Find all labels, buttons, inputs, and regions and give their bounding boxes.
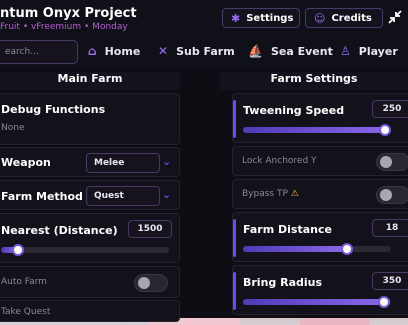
main-farm-header: Main Farm (0, 72, 180, 90)
credits-button-label: Credits (331, 12, 372, 24)
credits-button[interactable]: ☺ Credits (305, 8, 383, 28)
settings-button-label: Settings (246, 12, 294, 24)
take-quest-label: Take Quest (1, 307, 51, 317)
debug-functions-card: Debug Functions None (0, 93, 180, 145)
tab-player-label: Player (358, 44, 398, 58)
farm-distance-card: Farm Distance 18 (232, 212, 408, 262)
chevron-down-icon[interactable]: ⌄ (162, 188, 171, 201)
accent-bar (233, 219, 236, 257)
accent-bar (233, 100, 236, 138)
nearest-distance-slider[interactable] (1, 244, 169, 256)
toggle-knob (138, 277, 150, 289)
farm-distance-slider[interactable] (243, 243, 391, 255)
auto-farm-toggle[interactable] (134, 274, 168, 292)
tweening-speed-label: Tweening Speed (243, 104, 345, 117)
bypass-tp-label-wrap: Bypass TP ⚠ (242, 189, 299, 199)
farm-distance-label: Farm Distance (243, 223, 332, 236)
auto-farm-label: Auto Farm (1, 277, 47, 287)
toggle-knob (380, 189, 392, 201)
bring-radius-card: Bring Radius 350 (232, 265, 408, 315)
take-quest-row: Take Quest (0, 300, 180, 322)
tab-home-label: Home (104, 44, 141, 58)
users-icon: ☺ (314, 11, 326, 25)
chevron-down-icon[interactable]: ⌄ (162, 155, 171, 168)
settings-button[interactable]: ✱ Settings (222, 8, 300, 28)
farm-settings-header: Farm Settings (220, 72, 408, 90)
script-hub-window: ntum Onyx Project Fruit • vFreemium • Mo… (0, 0, 408, 322)
bring-radius-label: Bring Radius (243, 276, 323, 289)
nearest-distance-input[interactable]: 1500 (128, 220, 172, 238)
tweening-speed-input[interactable]: 250 (372, 100, 408, 118)
slider-handle[interactable] (378, 296, 390, 308)
lock-anchored-y-row: Lock Anchored Y (232, 146, 408, 176)
app-subtitle: Fruit • vFreemium • Monday (0, 22, 128, 32)
slider-handle[interactable] (12, 244, 24, 256)
gear-icon: ✱ (231, 11, 241, 25)
accent-bar (233, 272, 236, 310)
search-bar[interactable] (0, 40, 78, 64)
home-icon: ⌂ (88, 44, 97, 58)
weapon-selected: Melee (94, 158, 125, 168)
bring-radius-input[interactable]: 350 (372, 272, 408, 290)
lock-anchored-y-label: Lock Anchored Y (242, 156, 317, 166)
app-title: ntum Onyx Project (0, 6, 137, 21)
farm-method-row: Farm Method Quest ⌄ (0, 180, 180, 210)
slider-fill (243, 299, 384, 305)
bypass-tp-label: Bypass TP (242, 189, 288, 199)
user-icon: ♙ (340, 44, 351, 58)
farm-method-selected: Quest (94, 191, 124, 201)
bypass-tp-toggle[interactable] (376, 186, 408, 204)
minimize-icon[interactable] (387, 9, 405, 27)
search-input[interactable] (3, 46, 77, 58)
tab-sub-farm[interactable]: ✕ Sub Farm (158, 41, 235, 61)
weapon-row: Weapon Melee ⌄ (0, 147, 180, 177)
tweening-speed-slider[interactable] (243, 124, 391, 136)
tab-sub-farm-label: Sub Farm (176, 44, 235, 58)
debug-functions-value: None (1, 123, 25, 133)
lock-anchored-y-toggle[interactable] (376, 153, 408, 171)
nearest-distance-card: Nearest (Distance) 1500 (0, 213, 180, 263)
slider-fill (243, 246, 347, 252)
nearest-distance-label: Nearest (Distance) (1, 224, 118, 237)
debug-functions-label: Debug Functions (1, 103, 106, 116)
weapon-dropdown[interactable]: Melee (86, 153, 160, 173)
farm-method-dropdown[interactable]: Quest (86, 186, 160, 206)
farm-method-label: Farm Method (1, 190, 83, 203)
auto-farm-row: Auto Farm (0, 266, 180, 298)
bypass-tp-row: Bypass TP ⚠ (232, 179, 408, 209)
tab-player[interactable]: ♙ Player (340, 41, 398, 61)
farm-distance-input[interactable]: 18 (372, 219, 408, 237)
slider-fill (243, 127, 387, 133)
boat-icon: ⛵ (248, 44, 263, 58)
tab-home[interactable]: ⌂ Home (88, 41, 140, 61)
swords-icon: ✕ (158, 44, 169, 58)
slider-handle[interactable] (379, 124, 391, 136)
tab-sea-event[interactable]: ⛵ Sea Event (248, 41, 333, 61)
slider-handle[interactable] (341, 243, 353, 255)
top-bar: ntum Onyx Project Fruit • vFreemium • Mo… (0, 0, 408, 70)
tweening-speed-card: Tweening Speed 250 (232, 93, 408, 143)
weapon-label: Weapon (1, 156, 51, 169)
tab-sea-event-label: Sea Event (270, 44, 333, 58)
bring-radius-slider[interactable] (243, 296, 391, 308)
toggle-knob (380, 156, 392, 168)
warning-icon: ⚠ (290, 189, 299, 199)
